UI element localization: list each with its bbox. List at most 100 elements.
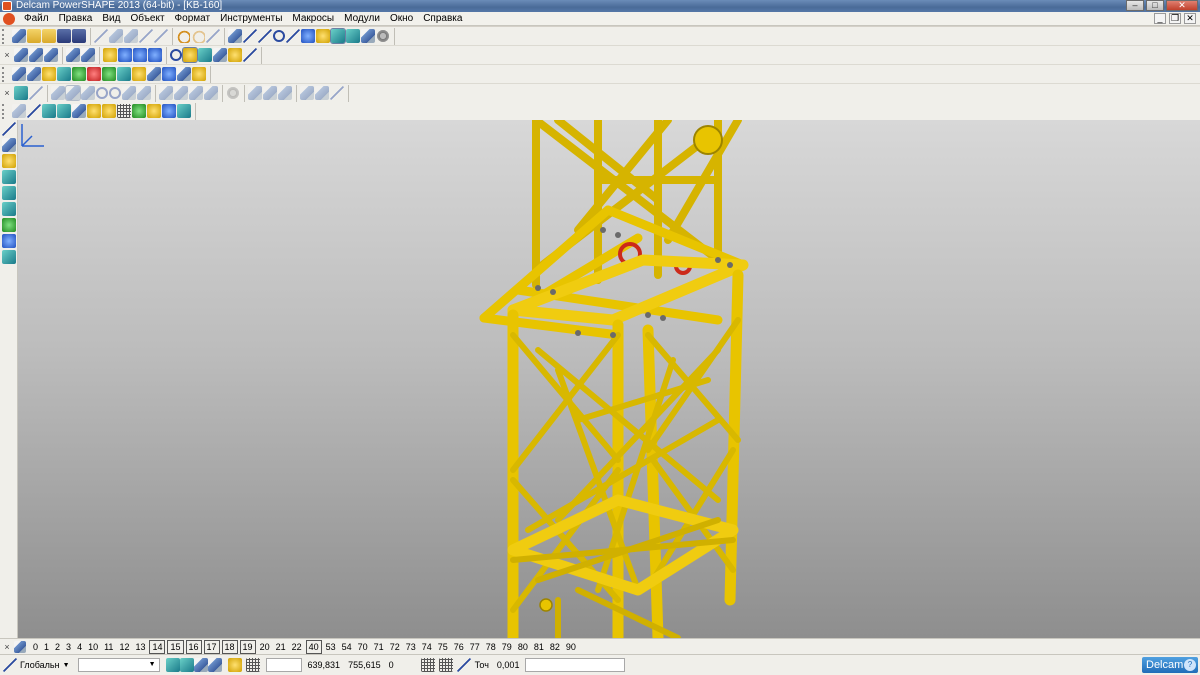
play-icon[interactable] — [102, 67, 116, 81]
level-22[interactable]: 22 — [289, 641, 305, 653]
toolbar-close-icon[interactable]: × — [2, 50, 12, 60]
zoom-in-icon[interactable] — [133, 48, 147, 62]
tolerance-icon[interactable] — [456, 658, 471, 672]
toolbar-grip[interactable] — [2, 28, 10, 44]
doc-minimize-button[interactable]: _ — [1154, 13, 1166, 24]
boolean-add-icon[interactable] — [159, 86, 173, 100]
box-icon[interactable] — [132, 67, 146, 81]
cone-icon[interactable] — [81, 86, 95, 100]
part-icon[interactable] — [177, 67, 191, 81]
block-icon[interactable] — [51, 86, 65, 100]
explode-icon[interactable] — [147, 104, 161, 118]
doc-restore-button[interactable]: ❐ — [1169, 13, 1181, 24]
level-0[interactable]: 0 — [30, 641, 41, 653]
shaded-icon[interactable] — [182, 47, 198, 63]
constraint-icon[interactable] — [72, 104, 86, 118]
workplane-status-icon[interactable] — [3, 658, 17, 672]
torus-icon[interactable] — [109, 87, 121, 99]
surface-icon[interactable] — [316, 29, 330, 43]
paste-icon[interactable] — [124, 29, 138, 43]
level-19[interactable]: 19 — [239, 639, 256, 654]
split-icon[interactable] — [330, 86, 344, 100]
bolt-icon[interactable] — [102, 104, 116, 118]
snap-grid-icon[interactable] — [179, 658, 194, 672]
tree-icon[interactable] — [300, 86, 314, 100]
zoom-box-icon[interactable] — [103, 48, 117, 62]
level-78[interactable]: 78 — [483, 641, 499, 653]
level-90[interactable]: 90 — [563, 641, 579, 653]
graphics-viewport[interactable] — [18, 120, 1200, 638]
feature-icon[interactable] — [361, 29, 375, 43]
spring-icon[interactable] — [122, 86, 136, 100]
sphere-icon[interactable] — [96, 87, 108, 99]
redo-icon[interactable] — [191, 29, 205, 43]
close-button[interactable]: ✕ — [1166, 0, 1198, 11]
copy-icon[interactable] — [109, 29, 123, 43]
grid-icon[interactable] — [117, 104, 131, 118]
workplane-icon[interactable] — [243, 29, 257, 43]
level-12[interactable]: 12 — [116, 641, 132, 653]
menu-window[interactable]: Окно — [385, 12, 418, 26]
level-14[interactable]: 14 — [149, 639, 166, 654]
boolean-int-icon[interactable] — [189, 86, 203, 100]
snap-icon[interactable] — [165, 658, 180, 672]
solid-settings-icon[interactable] — [226, 86, 240, 100]
object-filter-select[interactable]: ▼ — [77, 658, 160, 672]
menu-file[interactable]: Файл — [19, 12, 54, 26]
dimension-icon[interactable] — [2, 250, 16, 264]
maximize-button[interactable]: □ — [1146, 0, 1164, 11]
level-20[interactable]: 20 — [257, 641, 273, 653]
surface-create-icon[interactable] — [2, 218, 16, 232]
text-icon[interactable] — [301, 29, 315, 43]
assembly-icon[interactable] — [42, 104, 56, 118]
level-80[interactable]: 80 — [515, 641, 531, 653]
level-3[interactable]: 3 — [63, 641, 74, 653]
level-71[interactable]: 71 — [371, 641, 387, 653]
undo-icon[interactable] — [176, 29, 190, 43]
coord-field-blank[interactable] — [265, 658, 302, 672]
toolbar-grip[interactable] — [2, 66, 10, 82]
view-front-icon[interactable] — [29, 48, 43, 62]
tree-view-icon[interactable] — [132, 104, 146, 118]
line-create-icon[interactable] — [2, 170, 16, 184]
tolerance-value[interactable]: 0,001 — [493, 660, 524, 670]
level-17[interactable]: 17 — [203, 639, 220, 654]
tools-icon[interactable] — [376, 29, 390, 43]
level-72[interactable]: 72 — [387, 641, 403, 653]
help-icon[interactable]: ? — [1184, 659, 1196, 671]
absolute-coords-icon[interactable] — [420, 658, 435, 672]
level-82[interactable]: 82 — [547, 641, 563, 653]
level-icon[interactable] — [42, 67, 56, 81]
level-10[interactable]: 10 — [85, 641, 101, 653]
document-icon[interactable] — [27, 67, 41, 81]
wireframe-icon[interactable] — [170, 49, 182, 61]
repeat-icon[interactable] — [206, 29, 220, 43]
level-70[interactable]: 70 — [355, 641, 371, 653]
draft-icon[interactable] — [263, 86, 277, 100]
level-11[interactable]: 11 — [101, 641, 116, 653]
toolbar-grip[interactable] — [2, 103, 10, 119]
minimize-button[interactable]: – — [1126, 0, 1144, 11]
select-solid-icon[interactable] — [14, 86, 28, 100]
level-77[interactable]: 77 — [467, 641, 483, 653]
xy-icon[interactable] — [27, 104, 41, 118]
frame-icon[interactable] — [147, 67, 161, 81]
solid-create-icon[interactable] — [2, 234, 16, 248]
motion-icon[interactable] — [162, 104, 176, 118]
app-icon[interactable] — [2, 1, 12, 11]
new-model-icon[interactable] — [12, 29, 26, 43]
shell-icon[interactable] — [248, 86, 262, 100]
recent-icon[interactable] — [42, 29, 56, 43]
view-side-icon[interactable] — [44, 48, 58, 62]
calculator-icon[interactable] — [438, 658, 453, 672]
curve-icon[interactable] — [286, 29, 300, 43]
zoom-out-icon[interactable] — [148, 48, 162, 62]
level-54[interactable]: 54 — [339, 641, 355, 653]
delete-icon[interactable] — [154, 29, 168, 43]
regenerate-icon[interactable] — [315, 86, 329, 100]
library-icon[interactable] — [87, 104, 101, 118]
menu-view[interactable]: Вид — [97, 12, 125, 26]
info-icon[interactable] — [162, 67, 176, 81]
green-ball-icon[interactable] — [72, 67, 86, 81]
workplane-create-icon[interactable] — [2, 138, 16, 152]
